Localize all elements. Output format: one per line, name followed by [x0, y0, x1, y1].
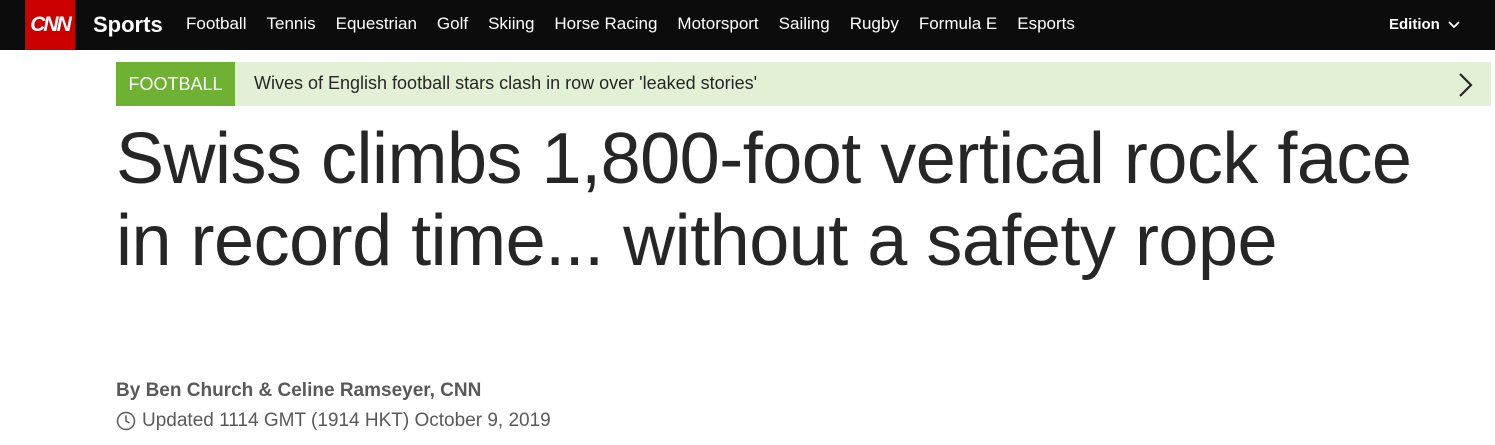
breaking-news-banner[interactable]: FOOTBALL Wives of English football stars…	[116, 62, 1491, 106]
nav-link-tennis[interactable]: Tennis	[266, 14, 315, 34]
chevron-right-icon[interactable]	[1455, 72, 1475, 98]
nav-link-football[interactable]: Football	[186, 14, 246, 34]
top-navigation-bar: CNN Sports Football Tennis Equestrian Go…	[0, 0, 1495, 50]
clock-icon	[116, 411, 136, 431]
chevron-down-icon	[1448, 20, 1460, 28]
edition-label: Edition	[1389, 16, 1440, 33]
article-timestamp: Updated 1114 GMT (1914 HKT) October 9, 2…	[116, 410, 551, 432]
section-title-sports[interactable]: Sports	[93, 12, 163, 38]
timestamp-text: Updated 1114 GMT (1914 HKT) October 9, 2…	[142, 410, 551, 431]
nav-link-formula-e[interactable]: Formula E	[919, 14, 997, 34]
nav-links: Football Tennis Equestrian Golf Skiing H…	[186, 14, 1075, 34]
cnn-logo[interactable]: CNN	[25, 0, 75, 50]
nav-link-horse-racing[interactable]: Horse Racing	[554, 14, 657, 34]
article-headline: Swiss climbs 1,800-foot vertical rock fa…	[116, 119, 1412, 281]
article-byline: By Ben Church & Celine Ramseyer, CNN	[116, 380, 482, 401]
nav-link-sailing[interactable]: Sailing	[779, 14, 830, 34]
nav-link-skiing[interactable]: Skiing	[488, 14, 534, 34]
edition-menu-button[interactable]: Edition	[1389, 16, 1461, 33]
nav-link-rugby[interactable]: Rugby	[850, 14, 899, 34]
nav-link-esports[interactable]: Esports	[1017, 14, 1075, 34]
cnn-logo-text: CNN	[30, 13, 71, 36]
nav-link-golf[interactable]: Golf	[437, 14, 468, 34]
breaking-news-tag: FOOTBALL	[116, 62, 235, 106]
nav-link-motorsport[interactable]: Motorsport	[677, 14, 758, 34]
nav-link-equestrian[interactable]: Equestrian	[336, 14, 417, 34]
breaking-news-headline-link[interactable]: Wives of English football stars clash in…	[254, 73, 757, 94]
